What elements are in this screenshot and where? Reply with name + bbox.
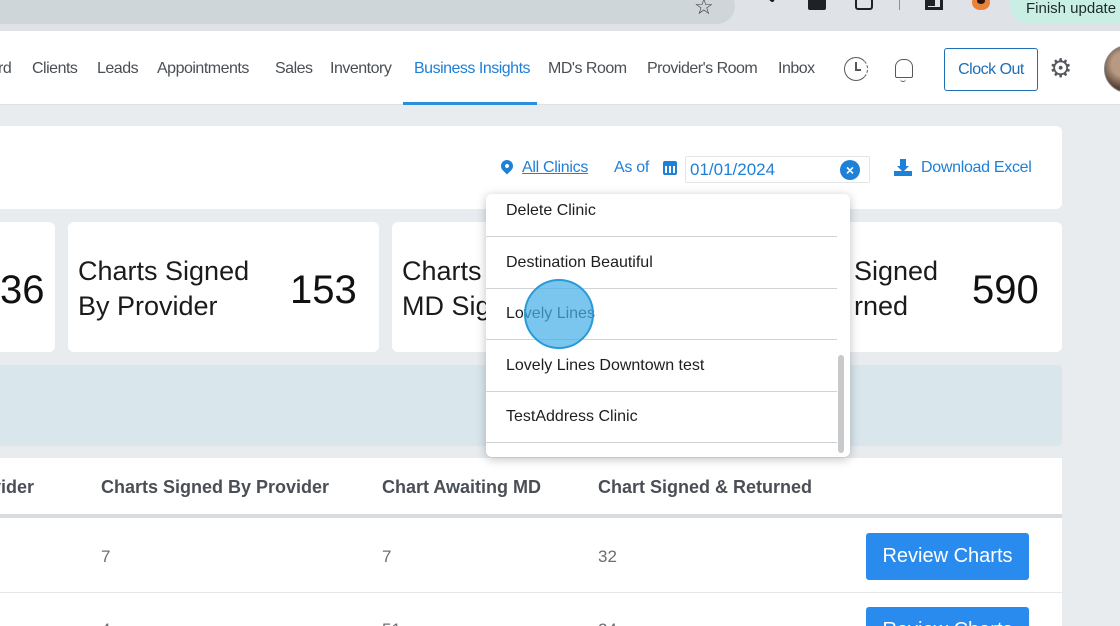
cell-signed-returned: 24 xyxy=(598,620,617,626)
nav-item-dashboard[interactable]: rd xyxy=(0,60,12,78)
stat-card: 36 xyxy=(0,222,55,352)
nav-item-leads[interactable]: Leads xyxy=(97,60,139,78)
cell-signed-returned: 32 xyxy=(598,547,617,566)
nav-item-appointments[interactable]: Appointments xyxy=(157,60,249,78)
column-header-chart-signed-returned: Chart Signed & Returned xyxy=(598,477,813,497)
stat-value: 153 xyxy=(290,268,357,312)
review-charts-button[interactable]: Review Charts xyxy=(866,607,1029,626)
column-header-provider: ovider xyxy=(0,477,35,497)
header-divider xyxy=(0,514,1062,518)
star-icon[interactable]: ☆ xyxy=(694,0,714,20)
nav-item-mds-room[interactable]: MD's Room xyxy=(548,60,627,78)
dropdown-option[interactable]: Lovely Lines Downtown test xyxy=(486,340,837,392)
stat-label: Charts Signed By Provider xyxy=(78,256,250,321)
stat-label: Signed rned xyxy=(854,256,939,321)
stat-card-charts-signed-returned: Signed rned 590 xyxy=(820,222,1062,352)
click-indicator xyxy=(524,279,594,349)
clear-date-icon[interactable]: × xyxy=(840,160,860,180)
extension-icon[interactable] xyxy=(855,0,873,10)
nav-item-sales[interactable]: Sales xyxy=(275,60,313,78)
review-charts-button[interactable]: Review Charts xyxy=(866,533,1029,580)
stat-label: Charts MD Sig xyxy=(402,256,491,321)
sidepanel-icon[interactable] xyxy=(925,0,943,10)
stat-card-charts-signed-by-provider: Charts Signed By Provider 153 xyxy=(68,222,379,352)
row-divider xyxy=(0,592,1062,593)
cell-awaiting-md: 7 xyxy=(382,547,392,566)
stat-value: 590 xyxy=(972,268,1039,312)
active-tab-indicator xyxy=(403,102,537,105)
column-header-charts-signed: Charts Signed By Provider xyxy=(101,477,330,497)
history-clock-icon[interactable] xyxy=(844,57,868,81)
download-excel-link[interactable]: Download Excel xyxy=(921,159,1032,177)
nav-item-clients[interactable]: Clients xyxy=(32,60,78,78)
clock-out-button[interactable]: Clock Out xyxy=(944,48,1038,91)
avatar[interactable] xyxy=(1104,45,1120,93)
gear-icon[interactable]: ⚙ xyxy=(1049,55,1072,81)
nav-item-inventory[interactable]: Inventory xyxy=(330,60,392,78)
finish-update-button[interactable]: Finish update xyxy=(1010,0,1120,24)
dropdown-option[interactable]: TestAddress Clinic xyxy=(486,391,837,443)
top-nav: rd Clients Leads Appointments Sales Inve… xyxy=(0,31,1120,105)
extension-icon[interactable] xyxy=(808,0,826,10)
nav-item-business-insights[interactable]: Business Insights xyxy=(414,60,531,78)
bell-icon[interactable] xyxy=(892,57,916,82)
stat-value: 36 xyxy=(0,268,45,312)
column-header-chart-awaiting-md: Chart Awaiting MD xyxy=(382,477,542,497)
download-tray-shape xyxy=(894,171,912,176)
address-bar[interactable] xyxy=(0,0,735,24)
dropdown-option[interactable]: Delete Clinic xyxy=(486,194,837,237)
cell-awaiting-md: 51 xyxy=(382,620,401,626)
cell-charts-signed: 7 xyxy=(101,547,111,566)
calendar-icon[interactable] xyxy=(663,161,677,175)
dropdown-option[interactable]: Destination Beautiful xyxy=(486,237,837,289)
as-of-label: As of xyxy=(614,159,649,176)
dropdown-scrollbar[interactable] xyxy=(838,355,844,453)
browser-toolbar: ☆ Finish update xyxy=(0,0,1120,31)
nav-item-providers-room[interactable]: Provider's Room xyxy=(647,60,758,78)
clinic-filter-link[interactable]: All Clinics xyxy=(522,159,588,177)
nav-item-inbox[interactable]: Inbox xyxy=(778,60,815,78)
toolbar-divider xyxy=(899,0,900,10)
profile-icon[interactable] xyxy=(972,0,990,10)
extension-icon[interactable] xyxy=(762,0,780,10)
provider-charts-table: ovider Charts Signed By Provider Chart A… xyxy=(0,458,1062,626)
cell-charts-signed: 4 xyxy=(101,620,110,626)
